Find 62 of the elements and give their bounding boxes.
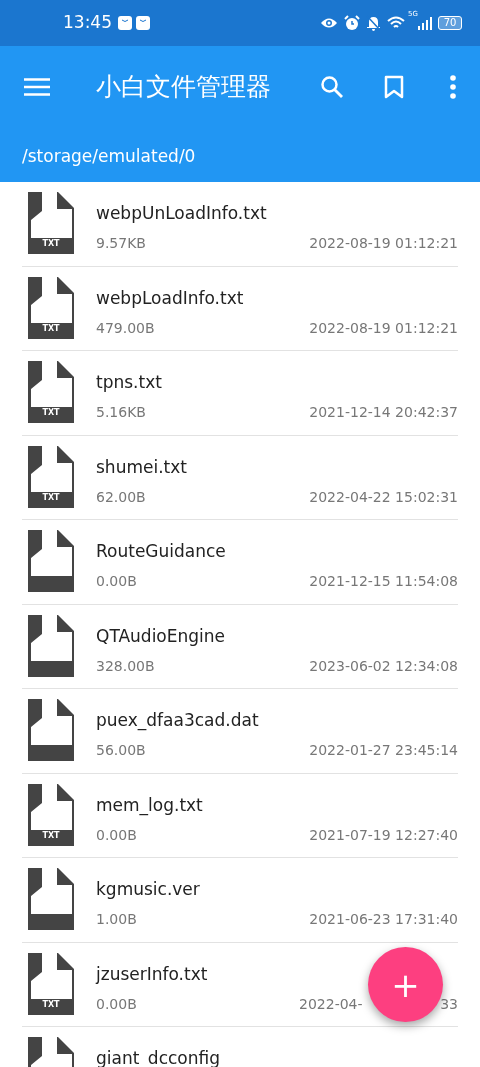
eye-icon — [320, 17, 339, 29]
file-date: 2021-06-23 17:31:40 — [309, 910, 458, 929]
file-name: shumei.txt — [96, 455, 187, 479]
file-size: 62.00B — [96, 487, 146, 507]
file-size: 0.00B — [96, 825, 137, 845]
file-size: 0.00B — [96, 994, 137, 1014]
bookmark-icon[interactable] — [384, 75, 404, 99]
battery-indicator: 70 — [438, 16, 462, 30]
file-date: 2022-01-27 23:45:14 — [309, 741, 458, 760]
file-icon — [28, 868, 74, 930]
status-time: 13:45 — [63, 11, 112, 35]
file-name: mem_log.txt — [96, 793, 203, 818]
file-name: puex_dfaa3cad.dat — [96, 709, 259, 733]
file-name: webpLoadInfo.txt — [96, 286, 244, 310]
file-type-label: TXT — [41, 831, 61, 840]
file-size: 9.57KB — [96, 234, 146, 253]
file-size: 0.00B — [96, 572, 137, 591]
text-file-icon — [28, 445, 74, 508]
app-title: 小白文件管理器 — [96, 71, 271, 104]
file-date: 2022-04- — [299, 994, 363, 1014]
file-type-label: TXT — [41, 324, 61, 333]
path-text: /storage/emulated/0 — [22, 145, 196, 168]
file-icon — [28, 530, 74, 592]
text-file-icon — [28, 361, 74, 423]
text-file-icon — [28, 276, 74, 339]
text-file-icon — [28, 192, 74, 254]
file-size: 479.00B — [96, 318, 155, 338]
file-name: QTAudioEngine — [96, 624, 226, 648]
file-name: RouteGuidance — [96, 540, 226, 563]
text-file-icon — [28, 783, 74, 846]
file-name: webpUnLoadInfo.txt — [96, 202, 267, 225]
alarm-icon — [344, 15, 361, 31]
more-icon[interactable] — [450, 75, 456, 99]
bell-off-icon — [366, 15, 382, 31]
file-date: 2022-08-19 01:12:21 — [309, 318, 458, 338]
search-icon[interactable] — [320, 75, 344, 99]
file-date: 2021-12-15 11:54:08 — [309, 572, 458, 591]
file-date: 2021-07-19 12:27:40 — [309, 825, 458, 845]
menu-icon[interactable] — [24, 78, 50, 96]
text-file-icon — [28, 952, 74, 1015]
file-size: 5.16KB — [96, 403, 146, 422]
file-size: 328.00B — [96, 656, 155, 676]
file-name: jzuserInfo.txt — [96, 962, 208, 986]
file-name: tpns.txt — [96, 371, 162, 394]
signal-icon — [418, 16, 432, 30]
file-icon — [28, 614, 74, 677]
file-date: 33 — [440, 994, 458, 1014]
file-date: 2022-08-19 01:12:21 — [309, 234, 458, 253]
file-date: 2023-06-02 12:34:08 — [309, 656, 458, 676]
app-notification-icon — [118, 16, 132, 30]
file-size: 56.00B — [96, 741, 146, 760]
file-date: 2021-12-14 20:42:37 — [309, 403, 458, 422]
file-date: 2022-04-22 15:02:31 — [309, 487, 458, 507]
file-type-label: TXT — [41, 1000, 61, 1009]
file-type-label: TXT — [41, 240, 61, 248]
file-type-label: TXT — [41, 409, 61, 417]
file-type-label: TXT — [41, 493, 61, 502]
app-notification-icon — [136, 16, 150, 30]
file-name: kgmusic.ver — [96, 878, 200, 901]
file-icon — [28, 699, 74, 761]
wifi-icon — [387, 16, 406, 30]
file-size: 1.00B — [96, 910, 137, 929]
